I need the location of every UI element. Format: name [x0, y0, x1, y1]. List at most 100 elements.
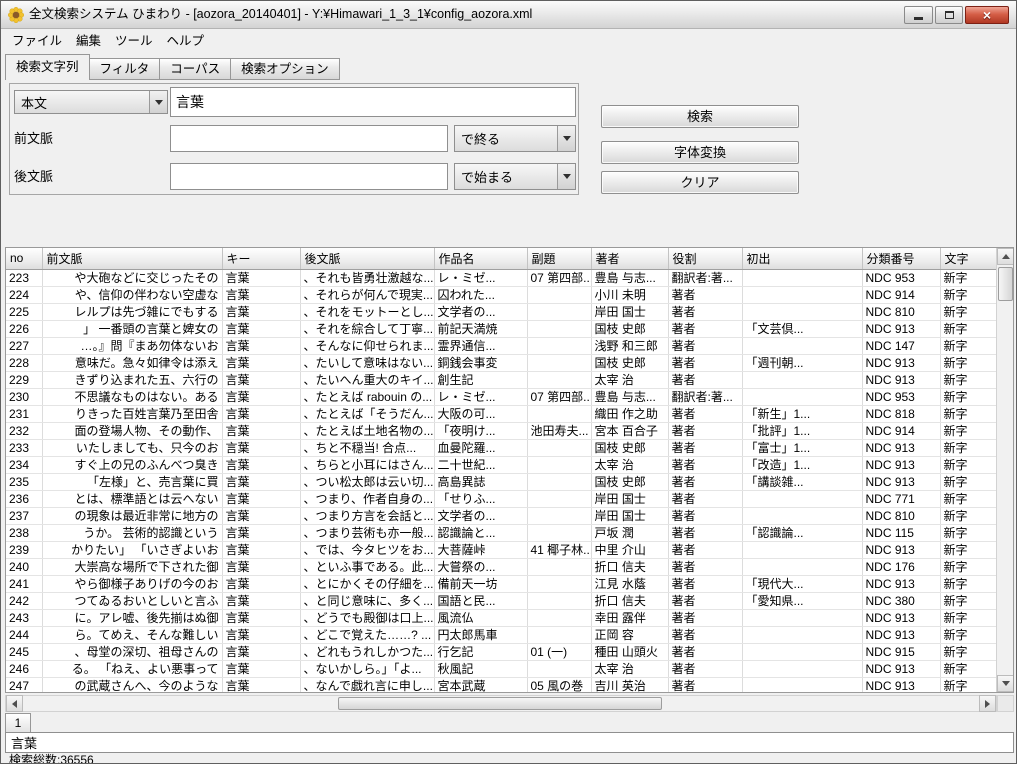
cell-post-context: 、と同じ意味に、多く... [300, 592, 434, 609]
menu-help[interactable]: ヘルプ [160, 28, 212, 51]
cell-title: レ・ミゼ... [434, 269, 527, 286]
cell-key: 言葉 [222, 609, 300, 626]
table-row[interactable]: 245 、母堂の深切、祖母さんの 言葉 、どれもうれしかつた... 行乞記 01… [6, 643, 996, 660]
maximize-icon [945, 11, 954, 19]
cell-first-publication [742, 337, 862, 354]
cell-role: 著者 [668, 354, 742, 371]
column-header[interactable]: 前文脈 [42, 248, 222, 269]
maximize-button[interactable] [935, 6, 963, 24]
cell-ndc-number: NDC 913 [862, 371, 940, 388]
scroll-right-button[interactable] [979, 695, 996, 712]
table-row[interactable]: 241 やら御様子ありげの今のお 言葉 、とにかくその仔細を... 備前天一坊 … [6, 575, 996, 592]
cell-role: 著者 [668, 456, 742, 473]
cell-charset: 新字 [940, 592, 996, 609]
column-header[interactable]: 作品名 [434, 248, 527, 269]
table-row[interactable]: 232 面の登場人物、その動作、 言葉 、たとえば土地名物の... 「夜明け..… [6, 422, 996, 439]
cell-no: 243 [6, 609, 42, 626]
tab-filter[interactable]: フィルタ [89, 58, 161, 80]
cell-pre-context: 「左様」と、売言葉に買 [42, 473, 222, 490]
table-row[interactable]: 226 」 一番頭の言葉と婢女の 言葉 、それを綜合して丁寧... 前記天満焼 … [6, 320, 996, 337]
selected-key-field[interactable] [5, 732, 1014, 753]
cell-first-publication: 「改造」1... [742, 456, 862, 473]
table-row[interactable]: 235 「左様」と、売言葉に買 言葉 、つい松太郎は云い切... 高島異誌 国枝… [6, 473, 996, 490]
table-row[interactable]: 237 の現象は最近非常に地方の 言葉 、つまり方言を会話と... 文学者の..… [6, 507, 996, 524]
menu-file[interactable]: ファイル [5, 28, 69, 51]
scroll-up-button[interactable] [997, 248, 1014, 265]
chevron-down-icon [557, 126, 575, 151]
close-button[interactable]: × [965, 6, 1009, 24]
column-header[interactable]: キー [222, 248, 300, 269]
cell-no: 230 [6, 388, 42, 405]
cell-role: 著者 [668, 337, 742, 354]
table-row[interactable]: 231 りきった百姓言葉乃至田舎 言葉 、たとえば「そうだん... 大阪の可..… [6, 405, 996, 422]
scroll-left-button[interactable] [6, 695, 23, 712]
column-header[interactable]: 副題 [527, 248, 591, 269]
cell-role: 著者 [668, 541, 742, 558]
cell-first-publication [742, 660, 862, 677]
column-header[interactable]: no [6, 248, 42, 269]
cell-ndc-number: NDC 913 [862, 541, 940, 558]
cell-ndc-number: NDC 115 [862, 524, 940, 541]
post-context-input[interactable] [170, 163, 448, 190]
cell-pre-context: …。』問『まあ勿体ないお [42, 337, 222, 354]
column-header[interactable]: 分類番号 [862, 248, 940, 269]
cell-first-publication [742, 371, 862, 388]
table-row[interactable]: 225 レルプは先づ雑にでもする 言葉 、それをモットーとし... 文学者の..… [6, 303, 996, 320]
cell-subtitle [527, 507, 591, 524]
search-query-input[interactable] [170, 87, 576, 117]
pre-context-input[interactable] [170, 125, 448, 152]
cell-key: 言葉 [222, 269, 300, 286]
scroll-down-button[interactable] [997, 675, 1014, 692]
cell-subtitle: 41 椰子林... [527, 541, 591, 558]
table-row[interactable]: 233 いたしましても、只今のお 言葉 、ちと不穏当! 合点... 血曼陀羅..… [6, 439, 996, 456]
table-row[interactable]: 224 や、信仰の伴わない空虚な 言葉 、それらが何んで現実... 囚われた..… [6, 286, 996, 303]
cell-role: 著者 [668, 422, 742, 439]
tab-search-string[interactable]: 検索文字列 [5, 54, 90, 80]
cell-author: 織田 作之助 [591, 405, 668, 422]
table-row[interactable]: 234 すぐ上の兄のふんべつ臭き 言葉 、ちらと小耳にはさん... 二十世紀..… [6, 456, 996, 473]
table-row[interactable]: 239 かりたい」 「いさぎよいお 言葉 、では、今タヒツをお... 大菩薩峠 … [6, 541, 996, 558]
table-row[interactable]: 246 る。 「ねえ、よい悪事って 言葉 、ないかしら。」「よ... 秋風記 太… [6, 660, 996, 677]
tab-corpus[interactable]: コーパス [159, 58, 231, 80]
table-row[interactable]: 223 や大砲などに交じったその 言葉 、それも皆勇壮激越な... レ・ミゼ..… [6, 269, 996, 286]
cell-first-publication [742, 609, 862, 626]
pre-context-mode-select[interactable]: で終る [454, 125, 576, 152]
menu-edit[interactable]: 編集 [69, 28, 108, 51]
column-header[interactable]: 後文脈 [300, 248, 434, 269]
glyph-convert-button[interactable]: 字体変換 [601, 141, 799, 164]
cell-role: 著者 [668, 643, 742, 660]
cell-charset: 新字 [940, 473, 996, 490]
table-row[interactable]: 242 つてゐるおいとしいと言ふ 言葉 、と同じ意味に、多く... 国語と民..… [6, 592, 996, 609]
table-row[interactable]: 229 きずり込まれた五、六行の 言葉 、たいへん重大のキイ... 創生記 太宰… [6, 371, 996, 388]
vertical-scrollbar[interactable] [996, 248, 1013, 692]
table-row[interactable]: 244 ら。てめえ、そんな難しい 言葉 、どこで覚えた……? ... 円太郎馬車… [6, 626, 996, 643]
result-page-tab[interactable]: 1 [5, 713, 31, 733]
title-bar[interactable]: 全文検索システム ひまわり - [aozora_20140401] - Y:¥H… [1, 1, 1016, 29]
search-button[interactable]: 検索 [601, 105, 799, 128]
cell-role: 著者 [668, 320, 742, 337]
table-row[interactable]: 247 の武蔵さんへ、今のような 言葉 、なんで戯れ言に申し... 宮本武蔵 0… [6, 677, 996, 693]
tab-search-options[interactable]: 検索オプション [230, 58, 340, 80]
table-row[interactable]: 238 うか。 芸術的認識という 言葉 、つまり芸術も亦一般... 認識論と..… [6, 524, 996, 541]
column-header[interactable]: 初出 [742, 248, 862, 269]
table-row[interactable]: 236 とは、標準語とは云へない 言葉 、つまり、作者自身の... 「せりふ..… [6, 490, 996, 507]
post-context-mode-select[interactable]: で始まる [454, 163, 576, 190]
column-header[interactable]: 役割 [668, 248, 742, 269]
search-target-select[interactable]: 本文 [14, 90, 168, 114]
cell-title: 前記天満焼 [434, 320, 527, 337]
table-row[interactable]: 243 に。アレ嘘、後先揃はぬ御 言葉 、どうでも殿御は口上... 風流仏 幸田… [6, 609, 996, 626]
table-row[interactable]: 240 大崇高な場所で下された御 言葉 、といふ事である。此... 大嘗祭の..… [6, 558, 996, 575]
vertical-scrollbar-thumb[interactable] [998, 267, 1013, 301]
horizontal-scrollbar-thumb[interactable] [338, 697, 662, 710]
column-header[interactable]: 著者 [591, 248, 668, 269]
table-row[interactable]: 227 …。』問『まあ勿体ないお 言葉 、そんなに仰せられま... 霊界通信..… [6, 337, 996, 354]
table-row[interactable]: 228 意味だ。急々如律令は添え 言葉 、たいして意味はない... 銅銭会事変 … [6, 354, 996, 371]
column-header[interactable]: 文字 [940, 248, 996, 269]
clear-button[interactable]: クリア [601, 171, 799, 194]
cell-key: 言葉 [222, 371, 300, 388]
menu-tools[interactable]: ツール [108, 28, 160, 51]
minimize-button[interactable] [904, 6, 933, 24]
table-row[interactable]: 230 不思議なものはない。ある 言葉 、たとえば rabouin の... レ… [6, 388, 996, 405]
horizontal-scrollbar[interactable] [5, 695, 997, 712]
cell-post-context: 、といふ事である。此... [300, 558, 434, 575]
